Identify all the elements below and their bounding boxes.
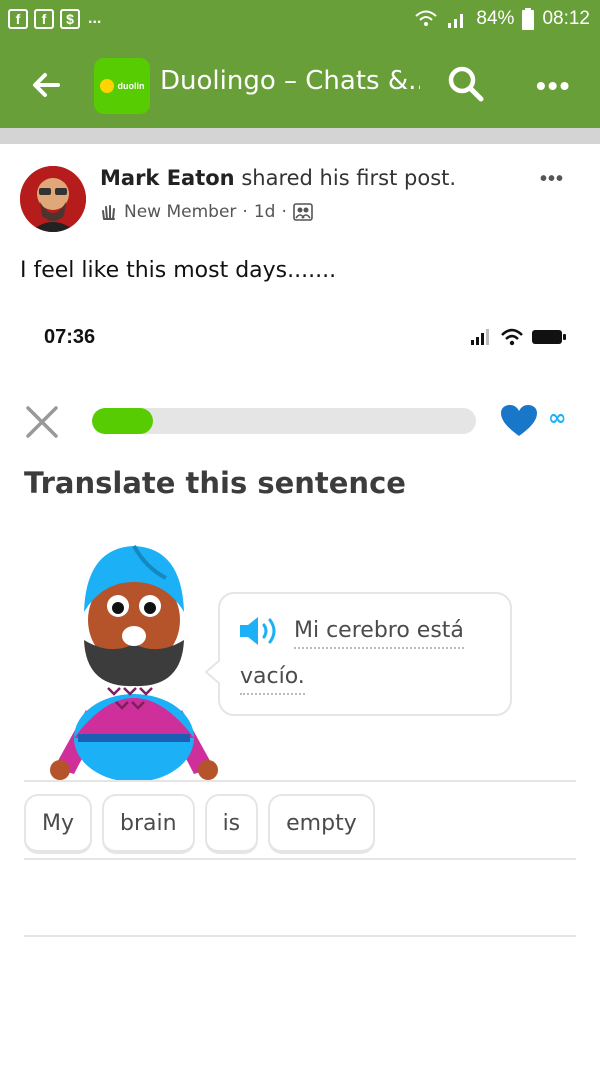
prompt-text-line-1[interactable]: Mi cerebro está [294,618,464,649]
group-logo-text: duolin [117,81,145,91]
screen: f f $ ... 84% 08:12 duolin Duolingo – Ch… [0,0,600,1067]
embedded-clock: 07:36 [44,326,96,348]
avatar[interactable] [20,166,86,232]
answer-line [24,780,576,782]
speaker-icon[interactable] [238,614,282,648]
prompt-text-line-2[interactable]: vacío. [240,664,305,695]
member-badge: New Member [124,202,237,222]
group-logo[interactable]: duolin [94,58,150,114]
lesson-instruction: Translate this sentence [24,466,406,500]
wifi-icon [415,10,438,26]
battery-icon [532,330,566,344]
clock: 08:12 [542,8,590,29]
word-tile[interactable]: is [204,794,259,854]
close-icon[interactable] [24,404,60,440]
heart-icon [501,405,537,436]
lesson-progress-bar [92,408,476,434]
avatar-image [20,166,86,232]
signal-icon [448,14,464,28]
app-bar: duolin Duolingo – Chats &... ••• [0,42,600,128]
post-age[interactable]: 1d [254,202,276,222]
more-notifications: ... [88,10,102,27]
post-meta: New Member · 1d · [100,202,313,222]
group-title[interactable]: Duolingo – Chats &... [160,66,420,96]
answer-line [24,935,576,937]
status-bar: f f $ ... 84% 08:12 [0,0,600,42]
author-name[interactable]: Mark Eaton [100,166,235,190]
owl-icon [99,79,114,93]
wifi-icon [501,328,523,346]
post-author-line: Mark Eaton shared his first post. [100,166,456,190]
shopping-bag-icon: $ [60,9,80,29]
word-tile[interactable]: empty [268,794,375,854]
word-tile[interactable]: brain [102,794,195,854]
post-options-icon[interactable]: ••• [540,168,564,191]
hearts-count: ∞ [548,406,567,431]
meta-separator: · [242,202,248,222]
battery-percent: 84% [476,8,515,29]
speech-bubble-tail [205,660,225,684]
word-tile[interactable]: My [24,794,93,854]
answer-word-tiles: My brain is empty [24,794,375,854]
signal-icon [471,329,489,345]
battery-icon [522,8,535,30]
answer-line [24,858,576,860]
post-text: I feel like this most days....... [20,258,337,283]
search-icon[interactable] [446,64,486,104]
embedded-status-icons [470,328,566,346]
notification-icons: f f $ ... [8,9,101,29]
speech-bubble [218,592,512,716]
group-privacy-icon [293,203,313,221]
duolingo-character-illustration [50,545,218,782]
back-arrow-icon[interactable] [30,68,64,102]
facebook-icon: f [34,9,54,29]
post-action: shared his first post. [241,166,457,190]
facebook-icon: f [8,9,28,29]
progress-fill [92,408,154,434]
section-divider [0,128,600,144]
overflow-menu-icon[interactable]: ••• [536,70,571,102]
waving-hand-icon [102,205,115,220]
meta-separator: · [281,202,287,222]
system-indicators: 84% 08:12 [414,8,590,30]
